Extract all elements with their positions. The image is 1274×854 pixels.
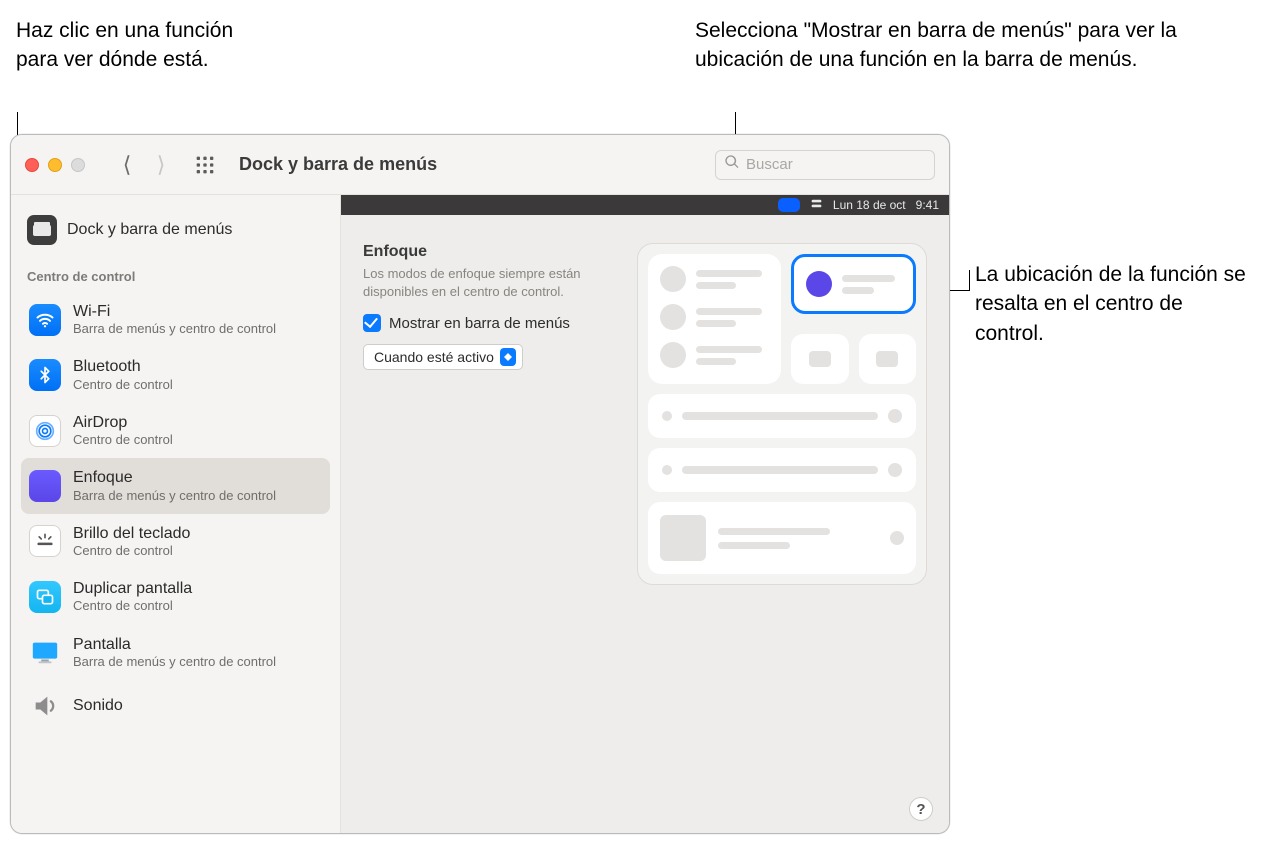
sidebar-item-sublabel: Barra de menús y centro de control [73,654,276,670]
sidebar-item-sound[interactable]: Sonido [21,680,330,732]
show-all-icon[interactable] [191,151,219,179]
pane-description: Los modos de enfoque siempre están dispo… [363,265,623,300]
sidebar-item-sublabel: Barra de menús y centro de control [73,488,276,504]
callout-click-function: Haz clic en una función para ver dónde e… [16,16,236,75]
cc-tile-slider [648,448,916,492]
sidebar-item-enfoque[interactable]: Enfoque Barra de menús y centro de contr… [21,458,330,513]
select-value: Cuando esté activo [374,349,494,365]
callout-show-in-menubar: Selecciona "Mostrar en barra de menús" p… [695,16,1255,75]
window-title: Dock y barra de menús [239,154,707,175]
sidebar-item-sublabel: Centro de control [73,543,190,559]
traffic-lights [25,158,85,172]
focus-moon-icon [806,271,832,297]
minimize-window-button[interactable] [48,158,62,172]
dock-menubar-icon [27,215,57,245]
window-toolbar: ⟨ ⟩ Dock y barra de menús [11,135,949,195]
airdrop-icon [29,415,61,447]
sidebar-item-label: Duplicar pantalla [73,579,192,598]
sidebar-item-label: Wi-Fi [73,302,276,321]
sidebar-item-label: Brillo del teclado [73,524,190,543]
chevron-updown-icon [500,348,516,366]
keyboard-brightness-icon [29,525,61,557]
sidebar: Dock y barra de menús Centro de control … [11,195,341,833]
sidebar-item-sublabel: Centro de control [73,377,173,393]
sidebar-item-label: Bluetooth [73,357,173,376]
cc-tile-small [791,334,849,384]
menubar-time: 9:41 [916,198,939,212]
sound-icon [29,690,61,722]
sidebar-section-title: Centro de control [21,263,330,292]
sidebar-item-display[interactable]: Pantalla Barra de menús y centro de cont… [21,625,330,680]
when-active-select[interactable]: Cuando esté activo [363,344,523,370]
search-field[interactable] [715,150,935,180]
close-window-button[interactable] [25,158,39,172]
show-in-menubar-label: Mostrar en barra de menús [389,315,570,332]
sidebar-item-sublabel: Barra de menús y centro de control [73,321,276,337]
focus-icon [29,470,61,502]
screen-mirroring-icon [29,581,61,613]
cc-tile-slider [648,394,916,438]
preferences-window: ⟨ ⟩ Dock y barra de menús Dock y barra d… [10,134,950,834]
help-button[interactable]: ? [909,797,933,821]
cc-tile-connectivity [648,254,781,384]
cc-tile-small [859,334,917,384]
sidebar-item-label: Pantalla [73,635,276,654]
sidebar-header-row[interactable]: Dock y barra de menús [21,207,330,263]
sidebar-item-screen-mirroring[interactable]: Duplicar pantalla Centro de control [21,569,330,624]
detail-pane: Lun 18 de oct 9:41 Enfoque Los modos de … [341,195,949,833]
menubar-focus-icon [778,198,800,212]
control-center-icon [810,197,823,213]
control-center-preview [637,243,927,585]
leader-line [969,270,970,290]
sidebar-item-bluetooth[interactable]: Bluetooth Centro de control [21,347,330,402]
search-input[interactable] [746,156,926,173]
sidebar-header-label: Dock y barra de menús [67,221,232,239]
sidebar-item-wifi[interactable]: Wi-Fi Barra de menús y centro de control [21,292,330,347]
back-button[interactable]: ⟨ [111,151,143,179]
sidebar-item-keyboard-brightness[interactable]: Brillo del teclado Centro de control [21,514,330,569]
menubar-date: Lun 18 de oct [833,198,906,212]
sidebar-item-sublabel: Centro de control [73,432,173,448]
cc-tile-focus-highlight [791,254,916,314]
cc-tile-media [648,502,916,574]
search-icon [724,154,740,175]
wifi-icon [29,304,61,336]
forward-button[interactable]: ⟩ [145,151,177,179]
display-icon [29,636,61,668]
sidebar-item-label: Sonido [73,696,123,715]
bluetooth-icon [29,359,61,391]
zoom-window-button[interactable] [71,158,85,172]
sidebar-item-airdrop[interactable]: AirDrop Centro de control [21,403,330,458]
menubar-preview: Lun 18 de oct 9:41 [341,195,949,215]
sidebar-item-sublabel: Centro de control [73,598,192,614]
callout-highlighted-location: La ubicación de la función se resalta en… [975,260,1255,348]
show-in-menubar-checkbox[interactable] [363,314,381,332]
sidebar-item-label: AirDrop [73,413,173,432]
sidebar-item-label: Enfoque [73,468,276,487]
